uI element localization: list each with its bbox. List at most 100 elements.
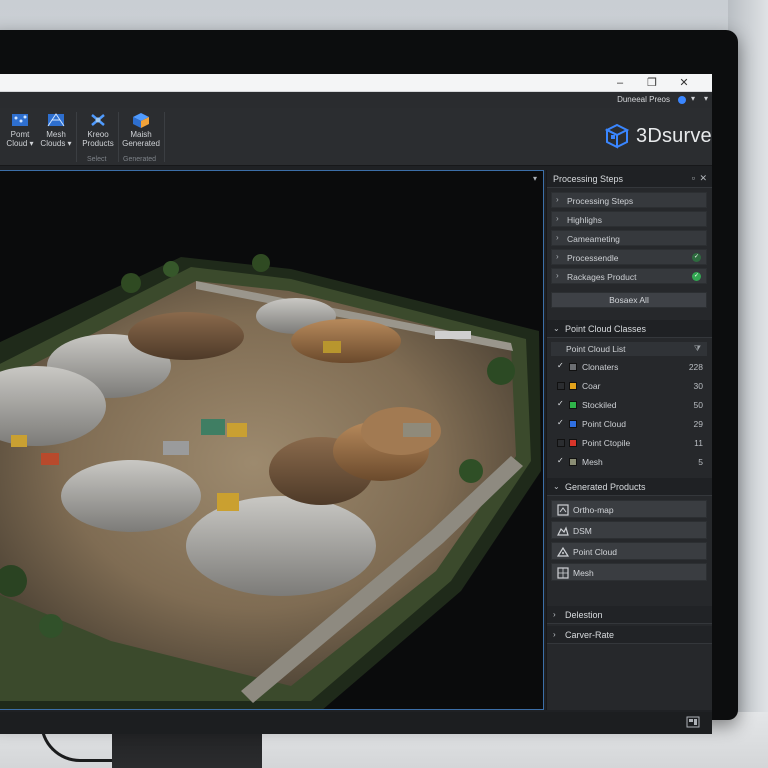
minimize-button[interactable]: – (612, 76, 628, 90)
class-row-clonaters[interactable]: ✓ Clonaters 228 (551, 360, 707, 374)
class-count: 11 (694, 438, 703, 448)
checkbox-checked-icon[interactable]: ✓ (557, 361, 564, 370)
account-name[interactable]: Duneeal Preos (617, 95, 670, 104)
step-row-highlighs[interactable]: › Highlighs (551, 211, 707, 227)
app-window: – ❐ ✕ Duneeal Preos ▾ ▾ ud Pomt Cloud ▾ (0, 74, 712, 734)
pin-icon[interactable]: ▫ (692, 173, 695, 183)
product-label: Mesh (573, 568, 594, 578)
ribbon-label: Products (82, 139, 114, 148)
viewport-menu-caret-icon[interactable]: ▾ (533, 174, 537, 183)
close-icon[interactable]: ✕ (699, 173, 707, 184)
product-ortho-map[interactable]: Ortho-map (551, 500, 707, 518)
step-label: Cameameting (567, 234, 620, 244)
class-color-swatch (569, 363, 577, 371)
class-color-swatch (569, 420, 577, 428)
point-cloud-list-header[interactable]: Point Cloud List ⧩ (551, 342, 707, 356)
ribbon-label: Mesh (46, 130, 66, 139)
account-avatar-icon[interactable] (678, 96, 686, 104)
checkbox-checked-icon[interactable]: ✓ (557, 399, 564, 408)
chevron-right-icon: › (553, 630, 556, 639)
status-bar (0, 712, 712, 734)
chevron-down-icon: ⌄ (553, 482, 560, 491)
ribbon-button-point-cloud[interactable]: Pomt Cloud ▾ (0, 112, 40, 148)
class-label: Clonaters (582, 362, 619, 372)
status-check-icon: ✓ (692, 272, 701, 281)
ribbon-label: Kreoo (87, 130, 109, 139)
ribbon-label: Generated (122, 139, 160, 148)
ribbon-group-generated: Generated (123, 156, 157, 163)
ortho-map-icon (557, 504, 569, 516)
browse-all-button[interactable]: Bosaex All (551, 292, 707, 308)
panel-title: Generated Products (565, 482, 646, 492)
class-count: 50 (693, 400, 703, 410)
ribbon-button-products[interactable]: Kreoo Products (78, 112, 118, 148)
product-dsm[interactable]: DSM (551, 521, 707, 539)
step-row-rackages-product[interactable]: › Rackages Product ✓ (551, 268, 707, 284)
class-color-swatch (569, 439, 577, 447)
ribbon-group-select: Select (87, 156, 107, 163)
ribbon-toolbar: ud Pomt Cloud ▾ Mesh Clouds ▾ Kreoo Prod… (0, 108, 712, 166)
class-count: 30 (693, 381, 703, 391)
checkbox-unchecked-icon[interactable] (557, 382, 565, 390)
close-button[interactable]: ✕ (676, 76, 692, 90)
monitor: – ❐ ✕ Duneeal Preos ▾ ▾ ud Pomt Cloud ▾ (0, 30, 738, 734)
checkbox-checked-icon[interactable]: ✓ (557, 418, 564, 427)
step-row-processing-steps[interactable]: › Processing Steps (551, 192, 707, 208)
product-label: Point Cloud (573, 547, 617, 557)
account-bar: Duneeal Preos ▾ ▾ (0, 92, 712, 108)
panel-title: Carver-Rate (565, 630, 615, 640)
point-cloud-product-icon (557, 546, 569, 557)
options-caret-icon[interactable]: ▾ (704, 94, 708, 103)
3d-viewport[interactable]: ▾ (0, 170, 544, 710)
class-count: 5 (698, 457, 703, 467)
point-cloud-classes-header[interactable]: ⌄ Point Cloud Classes (547, 320, 712, 338)
class-row-mesh[interactable]: ✓ Mesh 5 (551, 455, 707, 469)
class-row-coar[interactable]: Coar 30 (551, 379, 707, 393)
step-label: Processing Steps (567, 196, 634, 206)
mesh-product-icon (557, 567, 569, 579)
panel-title: Processing Steps (553, 174, 624, 184)
generated-products-header[interactable]: ⌄ Generated Products (547, 478, 712, 496)
chevron-right-icon: › (556, 271, 559, 280)
class-color-swatch (569, 458, 577, 466)
dsm-icon (557, 526, 569, 536)
class-row-point-ctopile[interactable]: Point Ctopile 11 (551, 436, 707, 450)
title-bar: – ❐ ✕ (0, 74, 712, 92)
point-cloud-scene[interactable] (0, 171, 544, 710)
step-label: Processendle (567, 253, 619, 263)
filter-icon[interactable]: ⧩ (694, 344, 701, 354)
layout-icon[interactable] (686, 716, 700, 728)
product-label: Ortho-map (573, 505, 614, 515)
class-count: 29 (693, 419, 703, 429)
class-label: Coar (582, 381, 601, 391)
chevron-down-icon: ⌄ (553, 324, 560, 333)
products-icon (91, 114, 105, 126)
ribbon-button-mesh-clouds[interactable]: Mesh Clouds ▾ (36, 112, 76, 148)
product-mesh[interactable]: Mesh (551, 563, 707, 581)
right-panel: Processing Steps ▫ ✕ › Processing Steps … (546, 170, 712, 710)
checkbox-checked-icon[interactable]: ✓ (557, 456, 564, 465)
chevron-right-icon: › (556, 214, 559, 223)
step-label: Highlighs (567, 215, 602, 225)
mesh-clouds-icon (47, 113, 65, 127)
step-row-processendle[interactable]: › Processendle ✓ (551, 249, 707, 265)
point-cloud-icon (12, 114, 28, 126)
product-label: DSM (573, 526, 592, 536)
product-point-cloud[interactable]: Point Cloud (551, 542, 707, 560)
checkbox-unchecked-icon[interactable] (557, 439, 565, 447)
class-row-point-cloud[interactable]: ✓ Point Cloud 29 (551, 417, 707, 431)
class-color-swatch (569, 401, 577, 409)
chevron-right-icon: › (556, 252, 559, 261)
maximize-button[interactable]: ❐ (644, 76, 660, 90)
panel-title: Delestion (565, 610, 603, 620)
ribbon-label: Pomt (10, 130, 30, 139)
step-row-cameameting[interactable]: › Cameameting (551, 230, 707, 246)
class-row-stockiled[interactable]: ✓ Stockiled 50 (551, 398, 707, 412)
brand-name: 3Dsurvey (636, 124, 712, 147)
class-label: Point Ctopile (582, 438, 631, 448)
carver-rate-section-header[interactable]: › Carver-Rate (547, 626, 712, 644)
ribbon-button-generated[interactable]: Maish Generated (121, 112, 161, 148)
ribbon-separator (118, 112, 119, 162)
delestion-section-header[interactable]: › Delestion (547, 606, 712, 624)
account-menu-caret-icon[interactable]: ▾ (691, 94, 695, 103)
